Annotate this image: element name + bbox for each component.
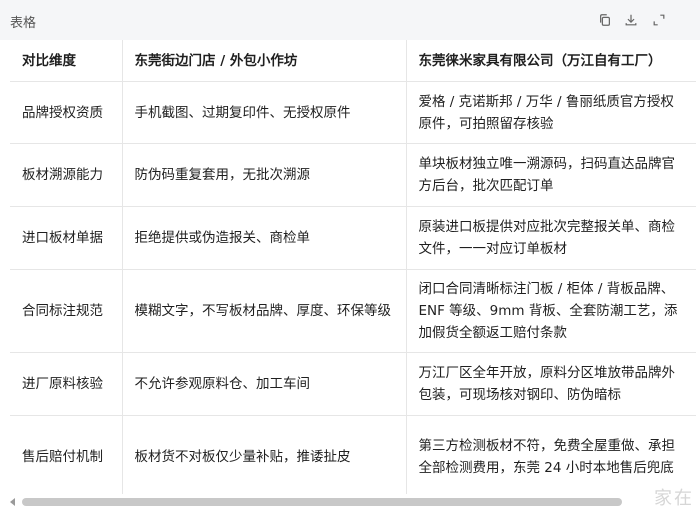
table-cell: 万江厂区全年开放，原料分区堆放带品牌外包装，可现场核对钢印、防伪暗标 — [406, 352, 696, 416]
card-title: 表格 — [10, 16, 37, 31]
table-cell: 板材货不对板仅少量补贴，推诿扯皮 — [122, 415, 407, 494]
table-row: 进口板材单据 拒绝提供或伪造报关、商检单 原装进口板提供对应批次完整报关单、商检… — [10, 206, 696, 270]
table-cell: 第三方检测板材不符，免费全屋重做、承担全部检测费用，东莞 24 小时本地售后兜底 — [406, 415, 696, 494]
download-icon[interactable] — [622, 11, 640, 29]
copy-icon[interactable] — [596, 11, 614, 29]
scrollbar-thumb[interactable] — [22, 498, 622, 506]
table-cell: 合同标注规范 — [10, 269, 123, 353]
table-row: 售后赔付机制 板材货不对板仅少量补贴，推诿扯皮 第三方检测板材不符，免费全屋重做… — [10, 415, 696, 494]
card-header: 表格 — [0, 0, 700, 40]
column-header: 东莞徕米家具有限公司（万江自有工厂） — [406, 40, 696, 82]
table-cell: 原装进口板提供对应批次完整报关单、商检文件，一一对应订单板材 — [406, 206, 696, 270]
table-cell: 品牌授权资质 — [10, 81, 123, 144]
table-cell: 售后赔付机制 — [10, 415, 123, 494]
table-cell: 模糊文字，不写板材品牌、厚度、环保等级 — [122, 269, 407, 353]
table-cell: 拒绝提供或伪造报关、商检单 — [122, 206, 407, 270]
table-row: 板材溯源能力 防伪码重复套用，无批次溯源 单块板材独立唯一溯源码，扫码直达品牌官… — [10, 143, 696, 207]
table-cell: 手机截图、过期复印件、无授权原件 — [122, 81, 407, 144]
table-cell: 单块板材独立唯一溯源码，扫码直达品牌官方后台，批次匹配订单 — [406, 143, 696, 207]
table-cell: 不允许参观原料仓、加工车间 — [122, 352, 407, 416]
table-row: 合同标注规范 模糊文字，不写板材品牌、厚度、环保等级 闭口合同清晰标注门板 / … — [10, 269, 696, 353]
scroll-left-arrow-icon[interactable] — [10, 498, 15, 506]
table-scroll-area[interactable]: 对比维度 东莞街边门店 / 外包小作坊 东莞徕米家具有限公司（万江自有工厂） 品… — [10, 40, 696, 494]
table-header-row: 对比维度 东莞街边门店 / 外包小作坊 东莞徕米家具有限公司（万江自有工厂） — [10, 40, 696, 82]
table-row: 品牌授权资质 手机截图、过期复印件、无授权原件 爱格 / 克诺斯邦 / 万华 /… — [10, 81, 696, 144]
table-cell: 板材溯源能力 — [10, 143, 123, 207]
table-row: 进厂原料核验 不允许参观原料仓、加工车间 万江厂区全年开放，原料分区堆放带品牌外… — [10, 352, 696, 416]
table-cell: 进口板材单据 — [10, 206, 123, 270]
table-cell: 防伪码重复套用，无批次溯源 — [122, 143, 407, 207]
column-header: 对比维度 — [10, 40, 123, 82]
horizontal-scrollbar[interactable] — [10, 497, 696, 509]
watermark: 家在 — [654, 488, 694, 509]
table-cell: 爱格 / 克诺斯邦 / 万华 / 鲁丽纸质官方授权原件，可拍照留存核验 — [406, 81, 696, 144]
comparison-table: 对比维度 东莞街边门店 / 外包小作坊 东莞徕米家具有限公司（万江自有工厂） 品… — [10, 40, 696, 494]
collapse-icon[interactable] — [650, 11, 668, 29]
table-cell: 进厂原料核验 — [10, 352, 123, 416]
table-cell: 闭口合同清晰标注门板 / 柜体 / 背板品牌、ENF 等级、9mm 背板、全套防… — [406, 269, 696, 353]
column-header: 东莞街边门店 / 外包小作坊 — [122, 40, 407, 82]
table-card: 表格 对比维度 东莞街边门店 / 外包小作坊 东莞徕米家具有限公司（万江自有工厂… — [0, 0, 700, 514]
